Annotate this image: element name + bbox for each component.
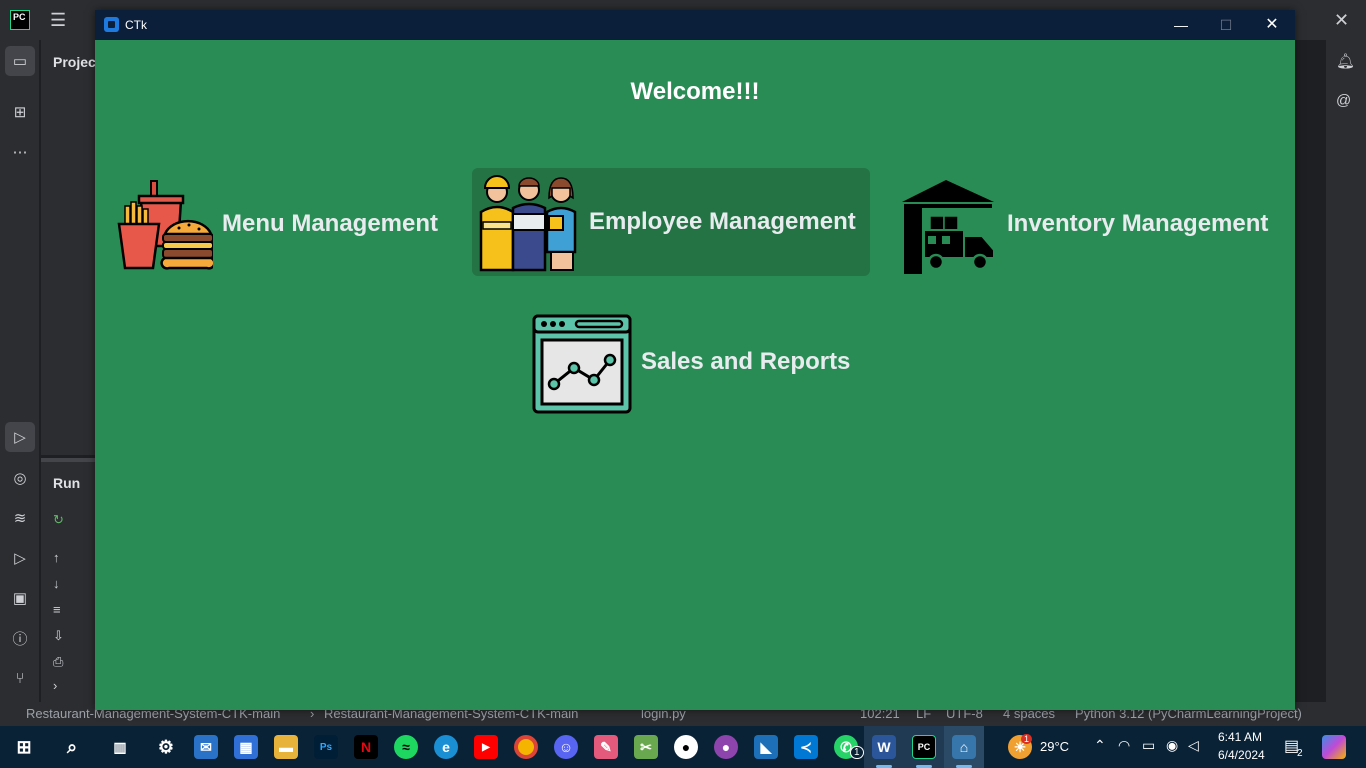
github-icon[interactable]: ●	[674, 735, 698, 759]
soft-wrap-icon[interactable]: ≡	[53, 602, 61, 617]
chrome-icon[interactable]	[514, 735, 538, 759]
run-tool-icon[interactable]: ▷	[5, 422, 35, 452]
fast-food-icon	[117, 180, 213, 270]
minimize-button[interactable]: —	[1158, 14, 1204, 36]
discord-icon[interactable]: ☺	[554, 735, 578, 759]
word-icon[interactable]: W	[872, 735, 896, 759]
photoshop-icon[interactable]: Ps	[314, 735, 338, 759]
run-panel: Run ↻ ↑ ↓ ≡ ⇩ ⎙ ›	[41, 458, 95, 702]
netflix-icon[interactable]: N	[354, 735, 378, 759]
warehouse-truck-icon	[902, 180, 995, 274]
github-desktop-icon[interactable]: ●	[714, 735, 738, 759]
whatsapp-badge: 1	[850, 746, 864, 759]
pycharm-taskbar-icon[interactable]: PC	[912, 735, 936, 759]
ctk-window: CTk — ☐ ✕ Welcome!!! Menu Management Emp…	[95, 10, 1295, 710]
employee-management-label: Employee Management	[589, 208, 856, 235]
sales-and-reports-label: Sales and Reports	[641, 348, 851, 375]
menu-management-label: Menu Management	[222, 210, 439, 237]
python-app-icon[interactable]: ⌂	[952, 735, 976, 759]
expand-icon[interactable]: ›	[53, 678, 57, 693]
clock-time[interactable]: 6:41 AM	[1218, 730, 1262, 744]
window-titlebar[interactable]: CTk — ☐ ✕	[95, 10, 1295, 40]
ai-assistant-icon[interactable]: @	[1336, 92, 1356, 112]
scroll-up-icon[interactable]: ↑	[53, 550, 60, 565]
project-panel-title[interactable]: Project	[53, 54, 100, 70]
ide-close-icon[interactable]: ✕	[1334, 10, 1349, 31]
services-icon[interactable]: ▷	[10, 548, 30, 568]
project-panel: Project	[41, 40, 100, 455]
volume-icon[interactable]: ◁	[1188, 737, 1199, 754]
run-panel-title[interactable]: Run	[53, 475, 80, 491]
inventory-management-label: Inventory Management	[1007, 210, 1269, 237]
employee-management-button[interactable]: Employee Management	[472, 168, 870, 276]
git-icon[interactable]: ⑂	[10, 668, 30, 688]
structure-icon[interactable]: ⊞	[10, 102, 30, 122]
ide-right-toolbar: 🔔︎ @	[1295, 40, 1366, 702]
mail-icon[interactable]: ✉	[194, 735, 218, 759]
wifi-icon[interactable]: ◠	[1118, 737, 1130, 754]
right-tool-strip	[1326, 40, 1366, 702]
task-view-icon[interactable]: ▥	[108, 735, 132, 759]
paint-icon[interactable]: ✎	[594, 735, 618, 759]
windows-start-icon[interactable]: ⊞	[12, 735, 36, 759]
windows-taskbar: ⊞ ⌕ ▥ ⚙ ✉ ▦ ▬ Ps N ≈ e ▶ ☺ ✎ ✂ ● ● ◣ ≺ ✆…	[0, 726, 1366, 768]
maximize-button[interactable]: ☐	[1203, 14, 1249, 36]
scroll-to-end-icon[interactable]: ⇩	[53, 628, 64, 644]
welcome-heading: Welcome!!!	[630, 78, 760, 105]
inventory-management-button[interactable]: Inventory Management	[898, 170, 1288, 278]
search-icon[interactable]: ⌕	[60, 735, 84, 759]
spotify-icon[interactable]: ≈	[394, 735, 418, 759]
layers-icon[interactable]: ≋	[10, 508, 30, 528]
camera-icon[interactable]: ◉	[1166, 737, 1178, 754]
employees-icon	[479, 175, 577, 272]
menu-management-button[interactable]: Menu Management	[109, 170, 459, 278]
more-tools-icon[interactable]: ⋯	[10, 142, 30, 162]
problems-icon[interactable]: ⓘ	[10, 628, 30, 648]
shark-app-icon[interactable]: ◣	[754, 735, 778, 759]
notifications-icon[interactable]: 🔔︎	[1336, 52, 1356, 72]
ide-left-toolbar: ▭ ⊞ ⋯ ▷ ◎ ≋ ▷ ▣ ⓘ ⑂	[0, 40, 40, 702]
terminal-icon[interactable]: ▣	[10, 588, 30, 608]
notification-count: 2	[1297, 748, 1303, 759]
window-title: CTk	[125, 18, 147, 32]
pycharm-logo[interactable]: PC	[10, 10, 30, 30]
weather-badge: 1	[1021, 734, 1033, 744]
vscode-icon[interactable]: ≺	[794, 735, 818, 759]
microsoft-store-icon[interactable]: ▦	[234, 735, 258, 759]
copilot-icon[interactable]	[1322, 735, 1346, 759]
clock-date[interactable]: 6/4/2024	[1218, 748, 1265, 762]
weather-temperature[interactable]: 29°C	[1040, 739, 1069, 754]
sales-and-reports-button[interactable]: Sales and Reports	[528, 308, 868, 416]
show-hidden-icons-icon[interactable]: ⌃	[1094, 737, 1106, 754]
youtube-icon[interactable]: ▶	[474, 735, 498, 759]
python-console-icon[interactable]: ◎	[10, 468, 30, 488]
chart-window-icon	[532, 314, 632, 414]
settings-gear-icon[interactable]: ⚙	[154, 735, 178, 759]
file-explorer-icon[interactable]: ▬	[274, 735, 298, 759]
battery-icon[interactable]: ▭	[1142, 737, 1155, 754]
close-button[interactable]: ✕	[1249, 14, 1295, 36]
tools-icon[interactable]: ✂	[634, 735, 658, 759]
edge-browser-icon[interactable]: e	[434, 735, 458, 759]
ctk-app-icon	[104, 17, 119, 32]
scroll-down-icon[interactable]: ↓	[53, 576, 60, 591]
print-icon[interactable]: ⎙	[53, 654, 63, 670]
main-menu-icon[interactable]: ☰	[50, 11, 68, 29]
project-folder-icon[interactable]: ▭	[5, 46, 35, 76]
rerun-icon[interactable]: ↻	[53, 512, 64, 528]
